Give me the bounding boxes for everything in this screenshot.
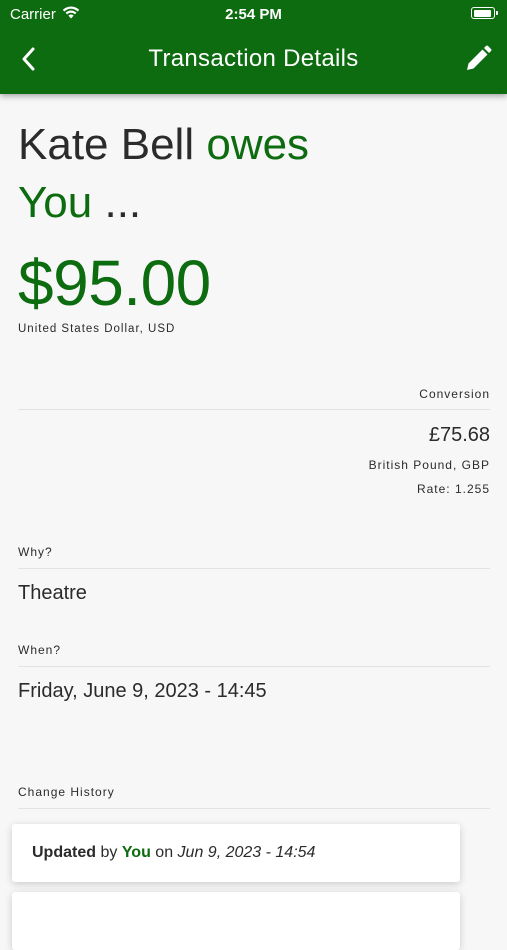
converted-amount: £75.68 <box>428 424 490 446</box>
change-history-label: Change History <box>18 785 115 799</box>
history-by: by <box>100 844 118 861</box>
history-user: You <box>121 844 151 861</box>
debtor-name: Kate Bell <box>18 120 195 169</box>
creditor-name: You <box>18 178 93 227</box>
history-action: Updated <box>32 844 96 861</box>
when-value: Friday, June 9, 2023 - 14:45 <box>18 680 267 702</box>
currency-name: United States Dollar, USD <box>18 323 176 335</box>
transaction-amount: $95.00 <box>18 247 211 319</box>
headline-ellipsis: ... <box>104 178 142 227</box>
pencil-icon <box>467 45 492 70</box>
history-on: on <box>155 844 174 861</box>
history-divider <box>18 808 490 809</box>
clock: 2:54 PM <box>225 6 282 23</box>
why-divider <box>18 568 490 569</box>
why-label: Why? <box>18 545 53 559</box>
debt-verb: owes <box>206 120 310 169</box>
status-bar: Carrier 2:54 PM <box>0 0 507 28</box>
when-label: When? <box>18 643 62 657</box>
page-title: Transaction Details <box>148 45 359 72</box>
history-date: Jun 9, 2023 - 14:54 <box>177 844 316 861</box>
when-divider <box>18 666 490 667</box>
conversion-label: Conversion <box>419 387 490 401</box>
conversion-divider <box>18 409 490 410</box>
why-value: Theatre <box>18 582 87 604</box>
navigation-bar: Transaction Details <box>0 28 507 92</box>
history-entry-card[interactable]: Updated by You on Jun 9, 2023 - 14:54 <box>12 824 460 882</box>
history-entry-card-partial[interactable] <box>12 892 460 950</box>
battery-icon <box>471 7 498 19</box>
conversion-rate: Rate: 1.255 <box>416 482 490 496</box>
converted-currency: British Pound, GBP <box>368 458 490 472</box>
debt-headline: Kate Bell owes You ... <box>18 116 309 232</box>
edit-button[interactable] <box>463 44 493 74</box>
history-entry-text: Updated by You on Jun 9, 2023 - 14:54 <box>32 844 315 862</box>
app-header: Carrier 2:54 PM Transaction Details <box>0 0 507 94</box>
